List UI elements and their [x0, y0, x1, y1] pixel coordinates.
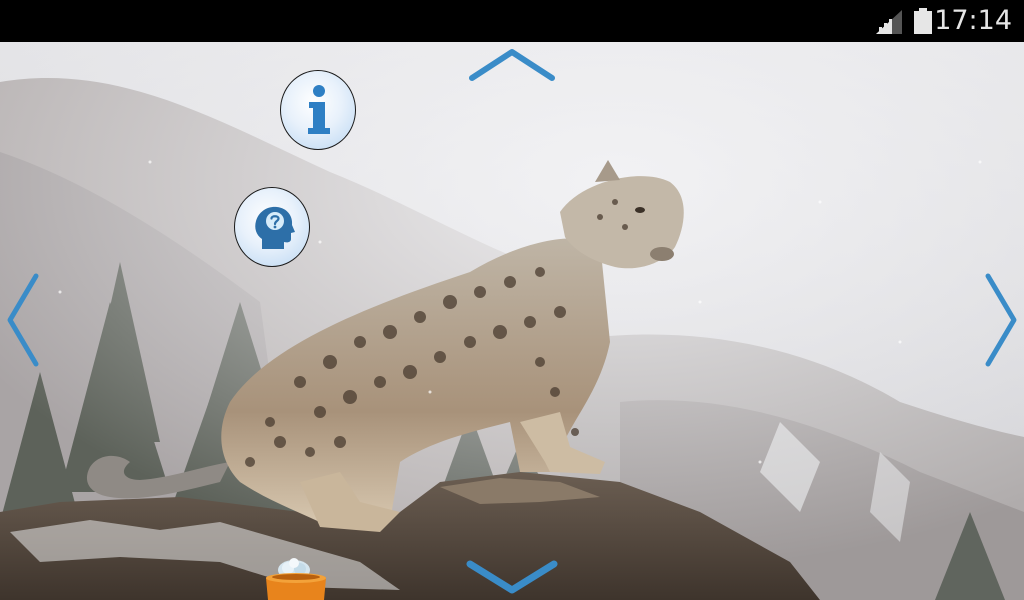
info-button[interactable] — [280, 70, 356, 150]
chevron-up-icon[interactable] — [468, 46, 556, 82]
wallpaper-scene — [0, 42, 1024, 600]
head-question-icon — [255, 206, 295, 249]
chevron-down-icon[interactable] — [466, 558, 558, 596]
help-button[interactable] — [234, 187, 310, 267]
treasure-pot-icon[interactable] — [262, 556, 330, 600]
status-bar: 17:14 — [0, 0, 1024, 42]
chevron-left-icon[interactable] — [4, 272, 40, 368]
battery-icon — [914, 8, 932, 34]
status-clock: 17:14 — [934, 5, 1012, 36]
chevron-right-icon[interactable] — [984, 272, 1020, 368]
info-icon — [308, 85, 330, 134]
snow-leopard-wallpaper — [0, 42, 1024, 600]
signal-bars-icon — [876, 10, 902, 34]
